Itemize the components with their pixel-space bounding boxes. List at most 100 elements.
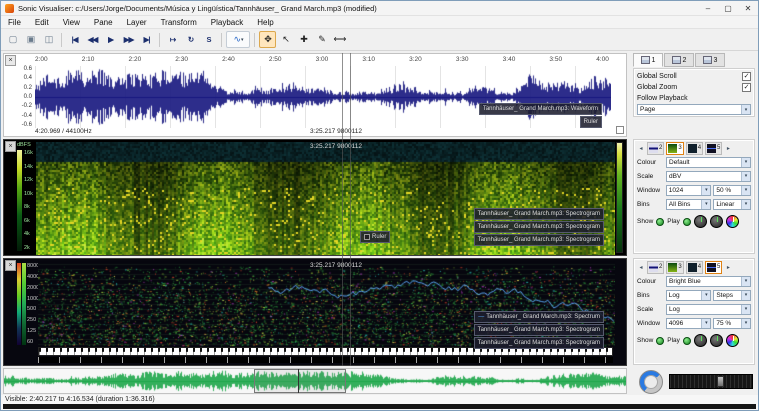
pane-close-button[interactable]: × xyxy=(5,55,16,66)
minimize-button[interactable]: – xyxy=(698,1,718,16)
pane-resize-box[interactable] xyxy=(616,126,624,134)
global-zoom-checkbox[interactable]: ✓ xyxy=(742,83,751,92)
play-toggle[interactable] xyxy=(683,218,691,226)
scale-select[interactable]: Log▾ xyxy=(666,304,751,315)
tab-scroll-right[interactable]: ▸ xyxy=(724,145,732,152)
colour-select[interactable]: Default▾ xyxy=(666,157,751,168)
new-session-button[interactable]: ▢ xyxy=(4,31,21,48)
bins-select[interactable]: All Bins▾ xyxy=(666,199,712,210)
menu-item[interactable]: Help xyxy=(250,18,280,27)
bins-scale-select[interactable]: Linear▾ xyxy=(713,199,751,210)
pan-dial[interactable] xyxy=(710,215,723,228)
show-toggle[interactable] xyxy=(656,218,664,226)
title-bar: Sonic Visualiser: c:/Users/Jorge/Documen… xyxy=(1,1,758,16)
window-size-select[interactable]: 4096▾ xyxy=(666,318,712,329)
tab-scroll-left[interactable]: ◂ xyxy=(637,264,645,271)
global-scroll-checkbox[interactable]: ✓ xyxy=(742,72,751,81)
solo-toggle[interactable]: S xyxy=(200,31,217,48)
layer-tab-label: 5 xyxy=(717,145,720,151)
time-label: 3:40 xyxy=(503,56,516,65)
volume-slider-handle[interactable] xyxy=(717,376,724,387)
bins-value: Log xyxy=(667,292,702,299)
window-overlap-select[interactable]: 50 %▾ xyxy=(713,185,751,196)
draw-tool-button[interactable]: ✎ xyxy=(313,31,330,48)
colour-rotation-dial[interactable] xyxy=(726,334,739,347)
layer-tab[interactable]: 2 xyxy=(647,261,664,274)
menu-item[interactable]: File xyxy=(1,18,28,27)
layer-name-chip[interactable]: Tannhäuser_ Grand March.mp3: Spectrogram xyxy=(474,234,604,246)
measure-tool-button[interactable]: ⟷ xyxy=(331,31,348,48)
colour-value: Bright Blue xyxy=(667,278,741,285)
layer-tab[interactable]: 4 xyxy=(686,261,703,274)
rewind-button[interactable]: ◀◀ xyxy=(84,31,101,48)
fast-forward-button[interactable]: ▶▶ xyxy=(120,31,137,48)
maximize-button[interactable]: ▢ xyxy=(718,1,738,16)
frequency-label: 8k xyxy=(24,204,35,210)
gain-dial[interactable] xyxy=(694,334,707,347)
menu-item[interactable]: Layer xyxy=(120,18,154,27)
menu-item[interactable]: View xyxy=(56,18,87,27)
select-tool-button[interactable]: ↖ xyxy=(277,31,294,48)
layer-tab[interactable]: 3 xyxy=(666,261,683,274)
save-button[interactable]: ◫ xyxy=(40,31,57,48)
volume-slider[interactable] xyxy=(669,374,753,389)
visible-region-rect[interactable] xyxy=(254,369,346,393)
layer-name-chip[interactable]: Tannhäuser_ Grand March.mp3: Waveform xyxy=(479,103,602,115)
colour-select[interactable]: Bright Blue▾ xyxy=(666,276,751,287)
rewind-to-start-button[interactable]: |◀ xyxy=(66,31,83,48)
layer-tab[interactable]: 5 xyxy=(705,261,722,274)
edit-tool-button[interactable]: ✚ xyxy=(295,31,312,48)
tab-scroll-left[interactable]: ◂ xyxy=(637,145,645,152)
bins-select[interactable]: Log▾ xyxy=(666,290,712,301)
pane-tab-2[interactable]: 2 xyxy=(664,53,694,67)
layer-tab[interactable]: 2 xyxy=(647,142,664,155)
close-button[interactable]: ✕ xyxy=(738,1,758,16)
bins-mode-select[interactable]: Steps▾ xyxy=(713,290,751,301)
pane-tab-3[interactable]: 3 xyxy=(695,53,725,67)
play-button[interactable]: ▶ xyxy=(102,31,119,48)
layer-tab[interactable]: 3 xyxy=(666,142,683,155)
play-selection-toggle[interactable]: ↦ xyxy=(164,31,181,48)
show-toggle[interactable] xyxy=(656,337,664,345)
layer-tab[interactable]: 5 xyxy=(705,142,722,155)
window-overlap-value: 75 % xyxy=(714,320,741,327)
loop-toggle[interactable]: ↻ xyxy=(182,31,199,48)
menu-item[interactable]: Pane xyxy=(87,18,120,27)
layer-name-chip[interactable]: Tannhäuser_ Grand March.mp3: Spectrogram xyxy=(474,324,604,336)
playback-mode-dropdown[interactable]: ∿ ▾ xyxy=(226,31,250,48)
scale-value: Log xyxy=(667,306,741,313)
pane-close-button[interactable]: × xyxy=(5,141,16,152)
layer-tab[interactable]: 4 xyxy=(686,142,703,155)
menu-item[interactable]: Transform xyxy=(154,18,204,27)
scale-label: -0.2 xyxy=(22,103,32,109)
window-size-select[interactable]: 1024▾ xyxy=(666,185,712,196)
layer-name-chip[interactable]: — Tannhäuser_ Grand March.mp3: Spectrum xyxy=(474,311,604,323)
gain-dial[interactable] xyxy=(694,215,707,228)
pan-dial[interactable] xyxy=(710,334,723,347)
spectrum-layer-icon xyxy=(707,263,716,272)
skip-to-end-button[interactable]: ▶| xyxy=(138,31,155,48)
window-overlap-select[interactable]: 75 %▾ xyxy=(713,318,751,329)
playback-speed-dial[interactable] xyxy=(639,370,663,394)
scale-select[interactable]: dBV▾ xyxy=(666,171,751,182)
window-size-value: 4096 xyxy=(667,320,702,327)
layer-name-chip[interactable]: Tannhäuser_ Grand March.mp3: Spectrogram xyxy=(474,221,604,233)
time-ruler[interactable]: 2:002:102:202:302:402:503:003:103:203:30… xyxy=(35,56,609,65)
tab-scroll-right[interactable]: ▸ xyxy=(724,264,732,271)
layer-name-chip[interactable]: Ruler xyxy=(580,116,602,128)
layer-name-chip[interactable]: Tannhäuser_ Grand March.mp3: Spectrogram xyxy=(474,337,604,349)
menu-item[interactable]: Edit xyxy=(28,18,56,27)
navigate-tool-button[interactable]: ✥ xyxy=(259,31,276,48)
follow-playback-select[interactable]: Page ▾ xyxy=(637,104,751,115)
frequency-label: 250 xyxy=(27,317,38,323)
layer-name-chip[interactable]: Tannhäuser_ Grand March.mp3: Spectrogram xyxy=(474,208,604,220)
colour-rotation-dial[interactable] xyxy=(726,215,739,228)
ruler-layer-chip[interactable]: Ruler xyxy=(360,231,390,243)
play-toggle[interactable] xyxy=(683,337,691,345)
pane-tab-1[interactable]: 1 xyxy=(633,53,663,67)
chevron-down-icon: ▾ xyxy=(701,186,710,195)
open-button[interactable]: ▣ xyxy=(22,31,39,48)
pane-close-button[interactable]: × xyxy=(5,260,16,271)
menu-item[interactable]: Playback xyxy=(204,18,250,27)
frequency-label: 1000 xyxy=(27,296,38,302)
